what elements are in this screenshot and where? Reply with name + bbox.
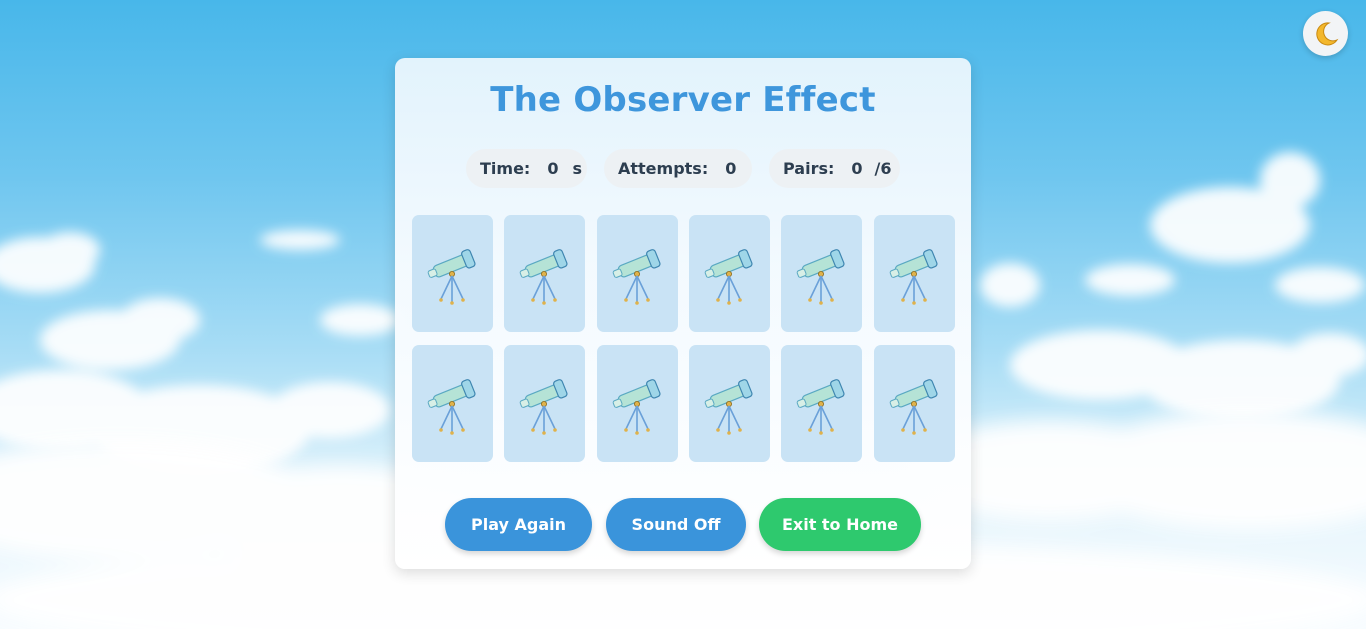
game-title: The Observer Effect — [490, 80, 876, 120]
telescope-icon — [517, 241, 573, 307]
game-panel: The Observer Effect Time: 0 s Attempts: … — [395, 58, 971, 569]
play-again-button[interactable]: Play Again — [445, 498, 592, 551]
telescope-icon — [610, 371, 666, 437]
telescope-icon — [794, 371, 850, 437]
attempts-stat: Attempts: 0 — [604, 149, 752, 188]
time-stat: Time: 0 s — [466, 149, 587, 188]
memory-card[interactable] — [597, 345, 678, 462]
telescope-icon — [425, 241, 481, 307]
card-grid — [412, 215, 955, 462]
time-value: 0 — [547, 159, 559, 178]
memory-card[interactable] — [781, 215, 862, 332]
attempts-label: Attempts: — [618, 159, 709, 178]
pairs-value: 0 — [851, 159, 863, 178]
memory-card[interactable] — [504, 215, 585, 332]
telescope-icon — [887, 371, 943, 437]
pairs-stat: Pairs: 0 /6 — [769, 149, 900, 188]
memory-card[interactable] — [874, 215, 955, 332]
telescope-icon — [702, 371, 758, 437]
memory-card[interactable] — [689, 215, 770, 332]
telescope-icon — [517, 371, 573, 437]
crescent-moon-icon — [1313, 21, 1339, 47]
attempts-value: 0 — [725, 159, 737, 178]
exit-to-home-button[interactable]: Exit to Home — [759, 498, 921, 551]
memory-card[interactable] — [504, 345, 585, 462]
pairs-label: Pairs: — [783, 159, 835, 178]
theme-toggle-button[interactable] — [1303, 11, 1348, 56]
memory-card[interactable] — [781, 345, 862, 462]
sound-toggle-button[interactable]: Sound Off — [606, 498, 746, 551]
memory-card[interactable] — [874, 345, 955, 462]
memory-card[interactable] — [689, 345, 770, 462]
memory-card[interactable] — [412, 345, 493, 462]
time-unit: s — [572, 159, 582, 178]
telescope-icon — [702, 241, 758, 307]
telescope-icon — [425, 371, 481, 437]
telescope-icon — [610, 241, 666, 307]
memory-card[interactable] — [412, 215, 493, 332]
memory-card[interactable] — [597, 215, 678, 332]
pairs-total: /6 — [874, 159, 892, 178]
time-label: Time: — [480, 159, 531, 178]
telescope-icon — [794, 241, 850, 307]
telescope-icon — [887, 241, 943, 307]
